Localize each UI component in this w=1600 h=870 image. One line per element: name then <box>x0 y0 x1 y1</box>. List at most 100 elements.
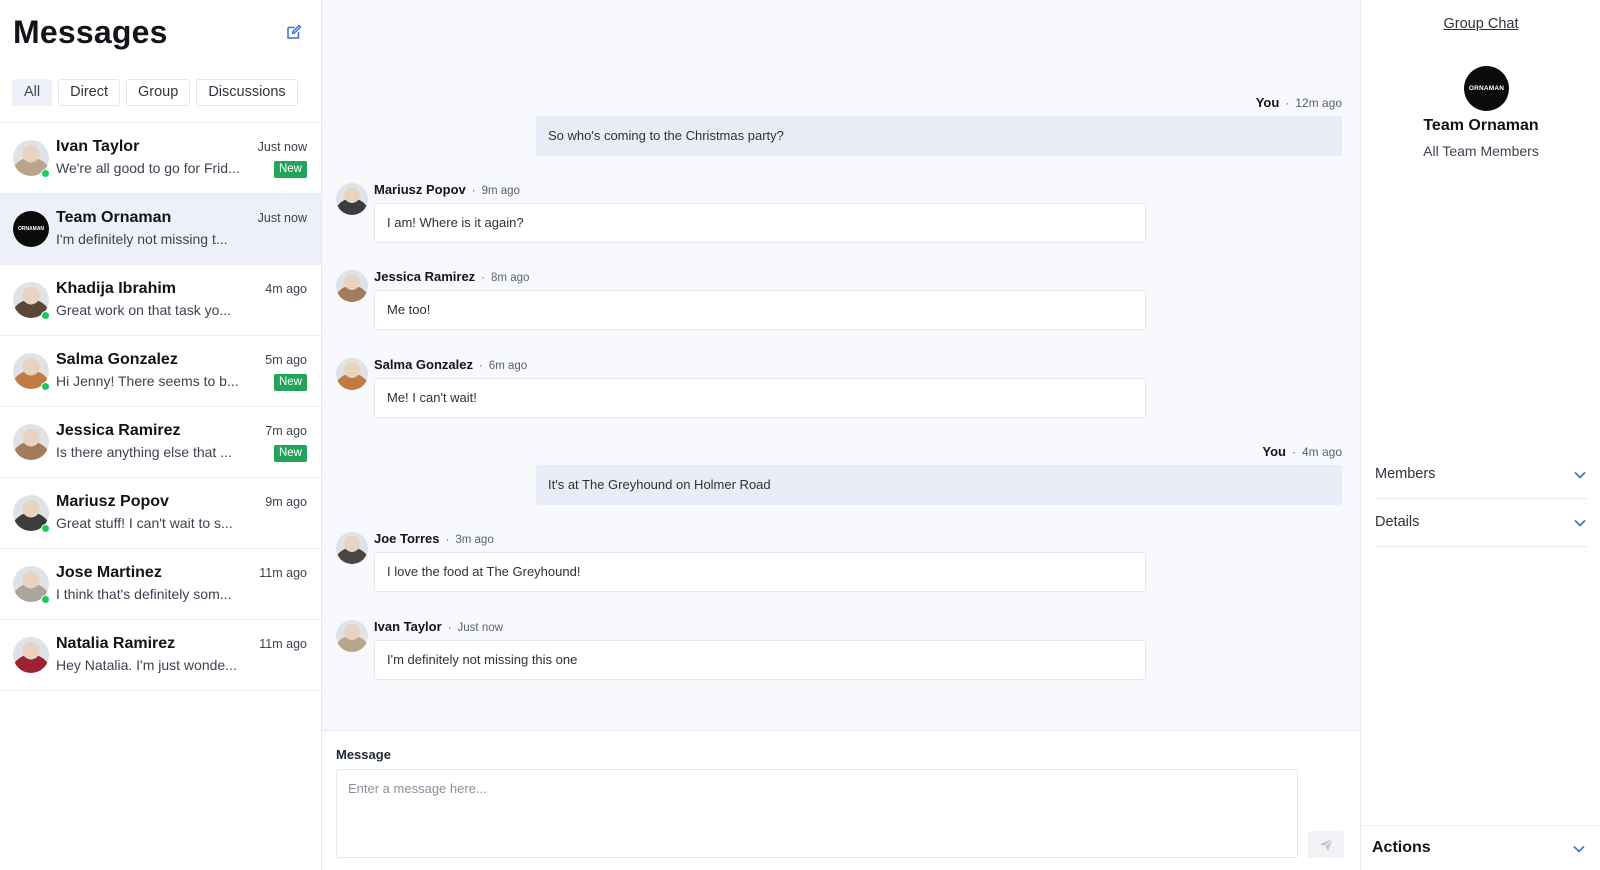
conversations-sidebar: Messages All Direct Group Discussions Iv… <box>0 0 322 870</box>
group-logo: ORNAMAN <box>1464 66 1509 111</box>
conversation-item[interactable]: Jessica Ramirez Is there anything else th… <box>0 407 321 478</box>
conversation-name: Team Ornaman <box>56 209 172 226</box>
details-accordion[interactable]: Details <box>1375 499 1587 547</box>
message-composer: Message <box>322 730 1360 870</box>
message-time: 4m ago <box>1301 445 1342 459</box>
conversation-list: Ivan Taylor We're all good to go for Frid… <box>0 122 321 691</box>
conversation-name: Ivan Taylor <box>56 138 140 155</box>
avatar <box>336 358 368 390</box>
conversation-time: Just now <box>257 140 307 154</box>
message-bubble: Me! I can't wait! <box>374 378 1146 418</box>
meta-separator: · <box>478 360 483 372</box>
members-accordion[interactable]: Members <box>1375 451 1587 499</box>
avatar <box>336 620 368 652</box>
chat-thread: You · 12m ago So who's coming to the Christ… <box>322 0 1360 730</box>
meta-separator: · <box>447 622 452 634</box>
filter-direct[interactable]: Direct <box>58 79 120 106</box>
message-author: Mariusz Popov <box>374 182 466 197</box>
conversation-item[interactable]: Ivan Taylor We're all good to go for Frid… <box>0 123 321 194</box>
conversation-name: Natalia Ramirez <box>56 635 176 652</box>
message-author: Jessica Ramirez <box>374 269 476 284</box>
members-label: Members <box>1375 466 1436 482</box>
group-chat-link[interactable]: Group Chat <box>1361 16 1600 32</box>
avatar <box>13 637 49 673</box>
chevron-down-icon <box>1574 519 1586 527</box>
avatar <box>336 270 368 302</box>
message-author: Ivan Taylor <box>374 619 442 634</box>
outgoing-message: You · 12m ago So who's coming to the Christ… <box>536 95 1342 156</box>
message-meta: You · 4m ago <box>536 444 1342 462</box>
conversation-filters: All Direct Group Discussions <box>12 79 298 106</box>
conversation-item[interactable]: Natalia Ramirez Hey Natalia. I'm just won… <box>0 620 321 691</box>
conversation-time: 5m ago <box>265 353 307 367</box>
meta-separator: · <box>445 534 450 546</box>
group-details-panel: Group Chat ORNAMAN Team Ornaman All Team… <box>1360 0 1600 870</box>
message-time: Just now <box>457 622 503 634</box>
conversation-item[interactable]: Salma Gonzalez Hi Jenny! There seems to b… <box>0 336 321 407</box>
online-indicator <box>41 311 50 320</box>
team-logo-avatar: ORNAMAN <box>13 211 49 247</box>
compose-button[interactable] <box>283 21 305 43</box>
conversation-preview: Is there anything else that ... <box>56 444 232 460</box>
message-author: You <box>1262 444 1286 459</box>
conversation-time: 11m ago <box>259 566 307 580</box>
conversation-time: 9m ago <box>265 495 307 509</box>
sidebar-header: Messages <box>13 12 305 52</box>
outgoing-message: You · 4m ago It's at The Greyhound on Holme… <box>536 444 1342 505</box>
meta-separator: · <box>471 185 476 197</box>
message-time: 9m ago <box>481 185 520 197</box>
conversation-preview: Hey Natalia. I'm just wonde... <box>56 657 237 673</box>
conversation-preview: Great work on that task yo... <box>56 302 232 318</box>
conversation-name: Salma Gonzalez <box>56 351 178 368</box>
avatar <box>13 424 49 460</box>
conversation-item[interactable]: Jose Martinez I think that's definitely s… <box>0 549 321 620</box>
group-name: Team Ornaman <box>1423 117 1539 134</box>
new-badge: New <box>273 161 307 178</box>
message-bubble: I am! Where is it again? <box>374 203 1146 243</box>
message-meta: Joe Torres · 3m ago <box>374 531 494 546</box>
message-bubble: It's at The Greyhound on Holmer Road <box>536 465 1342 505</box>
online-indicator <box>41 382 50 391</box>
online-indicator <box>41 595 50 604</box>
conversation-time: 4m ago <box>265 282 307 296</box>
message-author: Joe Torres <box>374 531 440 546</box>
conversation-preview: We're all good to go for Frid... <box>56 160 240 176</box>
conversation-name: Jose Martinez <box>56 564 162 581</box>
edit-icon <box>287 24 302 39</box>
message-input[interactable] <box>336 769 1298 858</box>
conversation-name: Khadija Ibrahim <box>56 280 177 297</box>
messaging-app: Messages All Direct Group Discussions Iv… <box>0 0 1600 870</box>
send-icon <box>1319 837 1333 851</box>
filter-group[interactable]: Group <box>126 79 191 106</box>
message-time: 3m ago <box>455 534 494 546</box>
message-bubble: I'm definitely not missing this one <box>374 640 1146 680</box>
message-bubble: So who's coming to the Christmas party? <box>536 116 1342 156</box>
filter-discussions[interactable]: Discussions <box>196 79 298 106</box>
new-badge: New <box>273 374 307 391</box>
message-time: 8m ago <box>491 272 530 284</box>
actions-label: Actions <box>1372 839 1431 856</box>
message-bubble: Me too! <box>374 290 1146 330</box>
message-meta: Mariusz Popov · 9m ago <box>374 182 520 197</box>
filter-all[interactable]: All <box>12 79 53 106</box>
message-author: You <box>1255 95 1280 110</box>
message-meta: Jessica Ramirez · 8m ago <box>374 269 529 284</box>
conversation-item[interactable]: Mariusz Popov Great stuff! I can't wait t… <box>0 478 321 549</box>
meta-separator: · <box>481 272 486 284</box>
conversation-item[interactable]: Khadija Ibrahim Great work on that task y… <box>0 265 321 336</box>
new-badge: New <box>273 445 307 462</box>
avatar <box>336 532 368 564</box>
conversation-time: 7m ago <box>265 424 307 438</box>
avatar <box>336 183 368 215</box>
meta-separator: · <box>1285 96 1290 110</box>
conversation-preview: I'm definitely not missing t... <box>56 231 228 247</box>
message-meta: Ivan Taylor · Just now <box>374 619 503 634</box>
chevron-down-icon <box>1574 471 1586 479</box>
meta-separator: · <box>1291 445 1296 459</box>
conversation-item[interactable]: ORNAMAN Team Ornaman I'm definitely not mi… <box>0 194 321 265</box>
send-button[interactable] <box>1308 831 1344 858</box>
conversation-name: Jessica Ramirez <box>56 422 181 439</box>
message-meta: Salma Gonzalez · 6m ago <box>374 357 527 372</box>
message-author: Salma Gonzalez <box>374 357 473 372</box>
actions-accordion[interactable]: Actions <box>1361 825 1600 870</box>
